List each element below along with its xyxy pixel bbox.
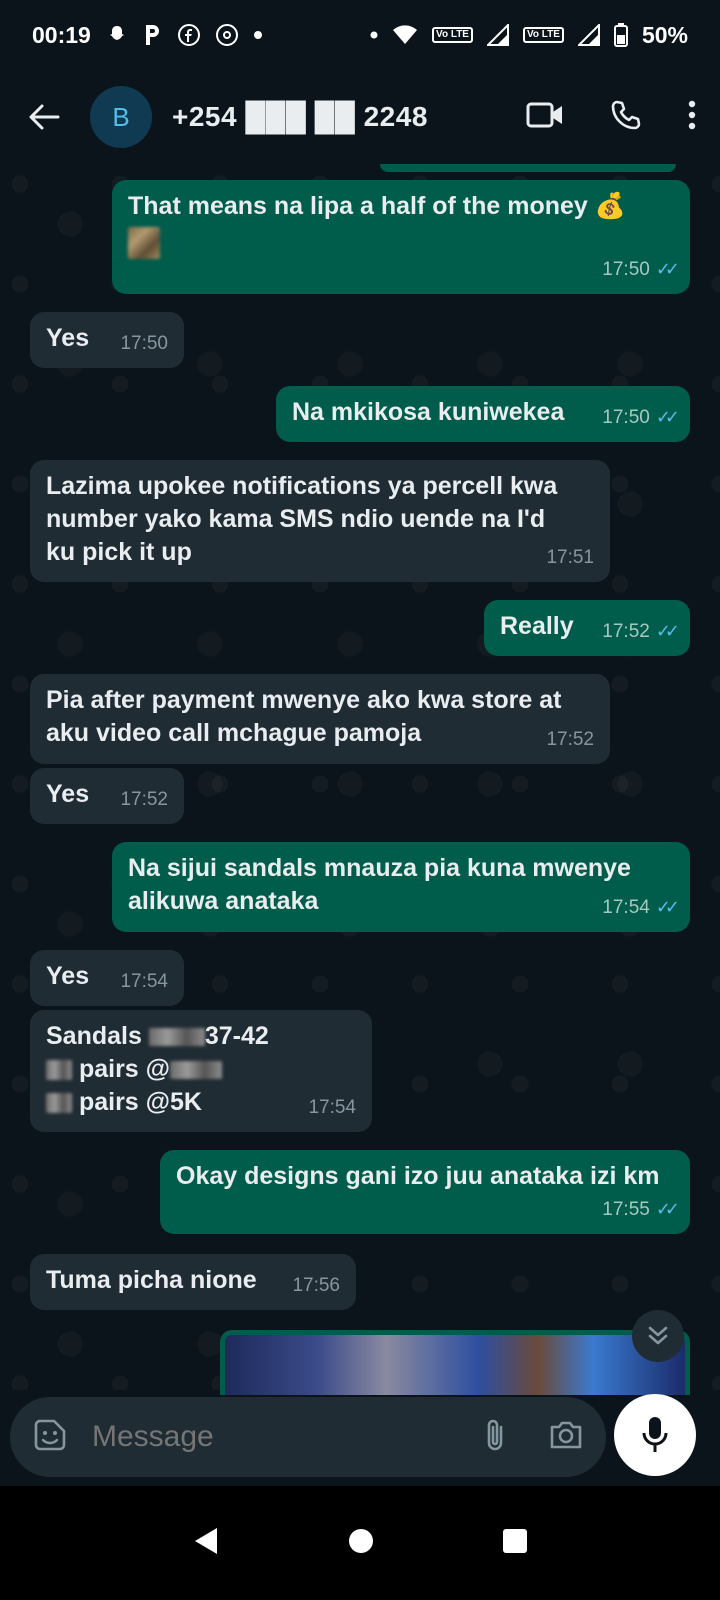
message-time: 17:51 [546,547,594,568]
sticker-icon [34,1419,66,1450]
message-time: 17:54 [602,897,650,918]
read-receipt-icon: ✓✓ [655,621,680,641]
redacted-emoji [128,227,160,259]
video-call-button[interactable] [526,101,564,134]
square-recents-icon [503,1528,527,1553]
message-time: 17:54 [120,971,168,992]
camera-button[interactable] [548,1419,584,1456]
voice-message-button[interactable] [614,1394,696,1476]
message-text: Na mkikosa kuniwekea [292,398,565,426]
message-text: Tuma picha nione [46,1266,257,1294]
message-line: Sandals 37-42 [46,1022,269,1050]
video-camera-icon [526,102,562,127]
message-time: 17:55 [602,1199,650,1220]
message-time: 17:50 [602,407,650,428]
p-app-icon [143,23,163,47]
message-bubble-incoming[interactable]: Yes 17:50 [30,312,184,368]
message-text: Pia after payment mwenye ako kwa store a… [46,686,562,747]
message-bubble-outgoing[interactable]: Na sijui sandals mnauza pia kuna mwenye … [112,842,690,932]
image-message-preview[interactable] [220,1330,690,1395]
message-bubble-outgoing[interactable]: Na mkikosa kuniwekea 17:50 ✓✓ [276,386,690,442]
message-bubble-outgoing[interactable]: That means na lipa a half of the money 💰… [112,180,690,294]
battery-percent: 50% [641,21,688,48]
message-bubble-incoming[interactable]: Yes 17:54 [30,950,184,1006]
nav-home-button[interactable] [347,1527,375,1560]
message-composer [10,1397,606,1477]
back-button[interactable] [24,97,64,137]
message-bubble-incoming[interactable]: Sandals 37-42 pairs @ pairs @5K 17:54 [30,1010,372,1132]
phone-icon [611,100,641,129]
message-list[interactable]: That means na lipa a half of the money 💰… [0,164,720,1390]
volte-icon: Vo LTE [432,27,473,43]
nav-back-button[interactable] [191,1525,221,1562]
message-text: Okay designs gani izo juu anataka izi km [176,1162,660,1190]
status-bar: 00:19 Vo LTE Vo LTE 50% [0,0,720,70]
system-navigation-bar [0,1486,720,1600]
snapchat-icon [105,23,129,47]
chat-header: B +254 ███ ██ 2248 [0,70,720,164]
message-time: 17:50 [602,259,650,280]
message-bubble-outgoing[interactable]: Okay designs gani izo juu anataka izi km… [160,1150,690,1234]
message-text: Yes [46,324,90,352]
message-time: 17:54 [308,1097,356,1118]
facebook-icon [177,23,201,47]
microphone-icon [642,1417,668,1452]
paperclip-icon [487,1419,503,1450]
nav-recents-button[interactable] [501,1527,529,1560]
message-line: pairs @ [46,1053,356,1086]
arrow-left-icon [29,104,60,130]
message-bubble-incoming[interactable]: Tuma picha nione 17:56 [30,1254,356,1310]
message-bubble-outgoing[interactable]: Really 17:52 ✓✓ [484,600,690,656]
message-text: That means na lipa a half of the money 💰 [128,192,626,220]
read-receipt-icon: ✓✓ [655,1199,680,1219]
previous-message-edge [380,164,676,172]
camera-icon [550,1421,582,1448]
battery-icon [613,23,628,47]
emoji-sticker-button[interactable] [32,1417,68,1458]
redacted-text [46,1060,72,1081]
double-chevron-down-icon [648,1326,668,1345]
redacted-text [46,1093,72,1114]
message-text: Na sijui sandals mnauza pia kuna mwenye … [128,854,631,915]
triangle-back-icon [195,1527,217,1554]
message-text: Yes [46,962,90,990]
contact-name[interactable]: +254 ███ ██ 2248 [172,101,428,133]
message-bubble-incoming[interactable]: Pia after payment mwenye ako kwa store a… [30,674,610,764]
message-time: 17:50 [120,333,168,354]
redacted-text [148,1028,205,1047]
kebab-menu-icon [688,100,696,129]
threads-icon [215,23,239,47]
message-input[interactable] [90,1419,434,1455]
message-time: 17:52 [546,729,594,750]
message-bubble-incoming[interactable]: Lazima upokee notifications ya percell k… [30,460,610,582]
notification-dot-icon [253,30,263,40]
message-text: Yes [46,780,90,808]
dot-icon [370,31,378,39]
more-options-button[interactable] [688,100,696,135]
attach-button[interactable] [482,1417,508,1458]
message-text: Really [500,612,574,640]
signal-icon-2 [577,24,600,46]
scroll-to-bottom-button[interactable] [632,1310,684,1362]
message-time: 17:56 [292,1275,340,1296]
message-time: 17:52 [602,621,650,642]
message-text: Lazima upokee notifications ya percell k… [46,472,558,566]
voice-call-button[interactable] [610,99,642,136]
read-receipt-icon: ✓✓ [655,897,680,917]
message-time: 17:52 [120,789,168,810]
wifi-icon [392,25,418,45]
signal-icon [486,24,509,46]
status-time: 00:19 [32,21,91,48]
message-bubble-incoming[interactable]: Yes 17:52 [30,768,184,824]
avatar[interactable]: B [90,86,152,148]
redacted-text [170,1061,223,1080]
read-receipt-icon: ✓✓ [655,407,680,427]
circle-home-icon [349,1528,373,1553]
volte-icon-2: Vo LTE [522,27,564,43]
read-receipt-icon: ✓✓ [655,259,680,279]
